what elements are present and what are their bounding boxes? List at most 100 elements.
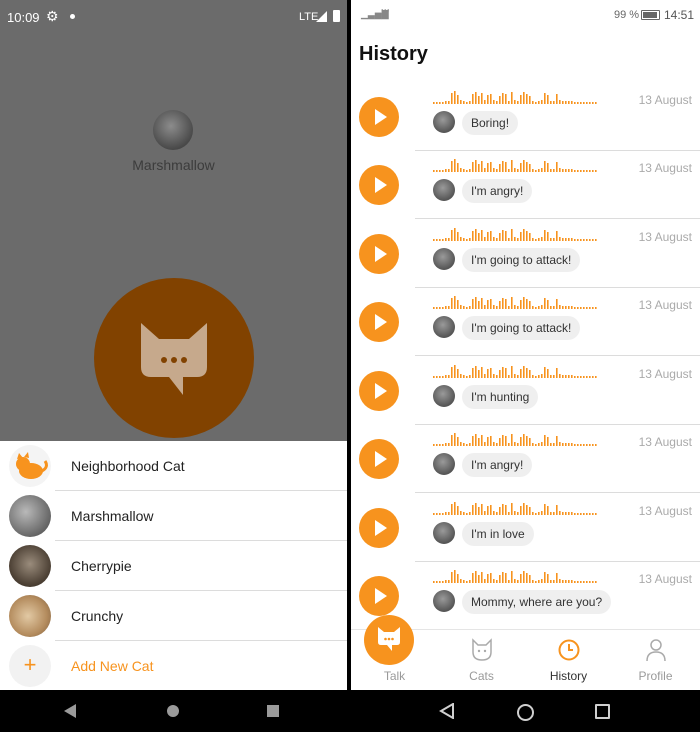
status-bar: ▁▃▅▇ Ψ 99 % 14:51	[351, 0, 700, 30]
tab-cats[interactable]: Cats	[438, 630, 525, 691]
cat-list-item[interactable]: Crunchy	[0, 591, 347, 641]
translation-bubble: I'm angry!	[462, 453, 533, 477]
waveform-icon	[433, 159, 597, 172]
waveform-icon	[433, 91, 597, 104]
status-bar: 10:09 ⚙ LTE	[0, 0, 347, 36]
add-new-cat-label: Add New Cat	[71, 658, 154, 674]
cat-avatar	[433, 453, 455, 475]
cat-list-item[interactable]: Marshmallow	[0, 491, 347, 541]
plus-icon: +	[9, 645, 51, 687]
status-time: 10:09	[7, 10, 40, 25]
back-icon[interactable]	[439, 703, 455, 719]
selected-cat-name: Marshmallow	[132, 157, 215, 173]
play-button[interactable]	[359, 97, 399, 137]
talk-record-button[interactable]	[94, 278, 254, 438]
status-time: 14:51	[664, 8, 695, 22]
cat-face-icon	[472, 638, 492, 661]
clock-icon	[558, 639, 580, 661]
translation-bubble: I'm going to attack!	[462, 248, 581, 272]
cat-avatar	[9, 495, 51, 537]
cat-avatar	[433, 248, 455, 270]
cat-avatar	[9, 545, 51, 587]
waveform-icon	[433, 228, 597, 241]
waveform-icon	[433, 502, 597, 515]
tab-talk[interactable]: Talk	[351, 615, 438, 691]
translation-bubble: Mommy, where are you?	[462, 590, 612, 614]
play-button[interactable]	[359, 371, 399, 411]
selected-cat-avatar[interactable]	[153, 110, 193, 150]
home-icon[interactable]	[167, 705, 179, 717]
history-item: 13 August I'm angry!	[351, 425, 700, 493]
history-date: 13 August	[638, 161, 692, 175]
cat-talk-screen: 10:09 ⚙ LTE Marshmallow Neighborhood Cat…	[0, 0, 347, 732]
cartoon-cat-icon	[16, 452, 48, 479]
cat-chat-icon	[141, 323, 207, 395]
cat-avatar	[433, 385, 455, 407]
cat-avatar	[433, 590, 455, 612]
history-item: 13 August I'm going to attack!	[351, 288, 700, 356]
history-date: 13 August	[638, 230, 692, 244]
cat-list-item[interactable]: Neighborhood Cat	[0, 441, 347, 491]
tab-profile[interactable]: Profile	[612, 630, 699, 691]
cat-avatar	[9, 445, 51, 487]
cat-name: Crunchy	[71, 608, 124, 624]
history-date: 13 August	[638, 572, 692, 586]
history-date: 13 August	[638, 435, 692, 449]
play-button[interactable]	[359, 439, 399, 479]
translation-bubble: Boring!	[462, 111, 519, 135]
history-item: 13 August I'm in love	[351, 494, 700, 562]
tab-label: History	[549, 669, 588, 683]
cat-avatar	[9, 595, 51, 637]
history-date: 13 August	[638, 298, 692, 312]
add-new-cat-button[interactable]: + Add New Cat	[0, 641, 347, 691]
waveform-icon	[433, 296, 597, 309]
gear-icon: ⚙	[46, 8, 59, 24]
cat-list-item[interactable]: Cherrypie	[0, 541, 347, 591]
cat-avatar	[433, 179, 455, 201]
history-date: 13 August	[638, 93, 692, 107]
tab-history[interactable]: History	[525, 630, 612, 691]
history-item: 13 August I'm angry!	[351, 151, 700, 219]
battery-percent: 99 %	[614, 9, 640, 21]
divider	[415, 355, 700, 356]
cat-avatar	[433, 522, 455, 544]
usb-icon: Ψ	[381, 8, 390, 19]
cat-chat-icon	[378, 627, 400, 651]
divider	[415, 218, 700, 219]
battery-icon	[333, 10, 340, 22]
cat-picker-sheet: Neighborhood Cat Marshmallow Cherrypie C…	[0, 441, 347, 690]
cat-avatar	[433, 111, 455, 133]
tab-label: Talk	[383, 669, 406, 683]
play-button[interactable]	[359, 302, 399, 342]
cat-avatar	[433, 316, 455, 338]
history-screen: ▁▃▅▇ Ψ 99 % 14:51 History 13 August Borin…	[351, 0, 700, 732]
back-icon[interactable]	[64, 704, 76, 718]
history-item: 13 August I'm going to attack!	[351, 220, 700, 288]
history-item: 13 August I'm hunting	[351, 357, 700, 425]
talk-button[interactable]	[364, 615, 414, 665]
tab-label: Profile	[638, 669, 673, 683]
tab-label: Cats	[469, 669, 494, 683]
cat-name: Cherrypie	[71, 558, 132, 574]
history-item: 13 August Boring!	[351, 83, 700, 151]
translation-bubble: I'm angry!	[462, 179, 533, 203]
play-button[interactable]	[359, 165, 399, 205]
recent-apps-icon[interactable]	[595, 704, 610, 719]
translation-bubble: I'm in love	[462, 522, 534, 546]
translation-bubble: I'm going to attack!	[462, 316, 581, 340]
play-button[interactable]	[359, 576, 399, 616]
divider	[415, 492, 700, 493]
history-date: 13 August	[638, 367, 692, 381]
recent-apps-icon[interactable]	[267, 705, 279, 717]
waveform-icon	[433, 433, 597, 446]
play-button[interactable]	[359, 508, 399, 548]
system-nav-bar	[0, 690, 347, 732]
play-button[interactable]	[359, 234, 399, 274]
system-nav-bar	[351, 690, 700, 732]
home-icon[interactable]	[517, 704, 534, 721]
history-date: 13 August	[638, 504, 692, 518]
bottom-tab-bar: Talk Cats History Profile	[351, 615, 700, 691]
cat-name: Neighborhood Cat	[71, 458, 185, 474]
translation-bubble: I'm hunting	[462, 385, 539, 409]
notification-dot-icon	[70, 14, 75, 19]
